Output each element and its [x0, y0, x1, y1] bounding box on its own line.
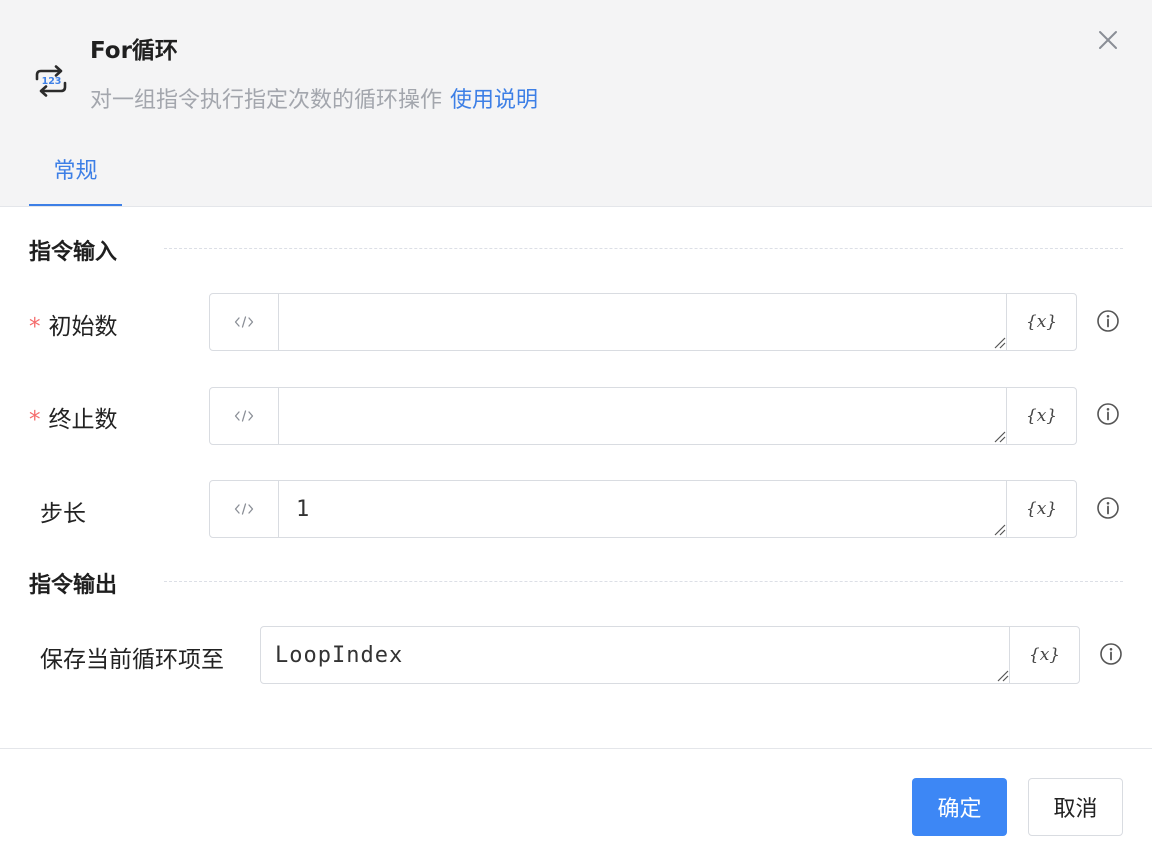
- dialog-title: For循环: [90, 38, 178, 64]
- resize-handle-icon[interactable]: [992, 429, 1006, 443]
- step-field[interactable]: 1 {x}: [209, 480, 1077, 538]
- code-icon: [234, 316, 254, 328]
- info-icon[interactable]: [1096, 309, 1120, 333]
- save-loop-item-input[interactable]: LoopIndex: [275, 627, 403, 683]
- cancel-button[interactable]: 取消: [1028, 778, 1123, 836]
- section-title-input: 指令输入: [29, 240, 118, 265]
- code-icon: [234, 410, 254, 422]
- for-loop-dialog: 123 For循环 对一组指令执行指定次数的循环操作 使用说明 常规 指令输入 *…: [0, 0, 1152, 864]
- close-icon[interactable]: [1094, 26, 1122, 54]
- svg-text:123: 123: [42, 76, 62, 87]
- dialog-header: 123 For循环 对一组指令执行指定次数的循环操作 使用说明 常规: [0, 0, 1152, 207]
- variable-button[interactable]: {x}: [1009, 627, 1079, 683]
- start-number-field[interactable]: {x}: [209, 293, 1077, 351]
- tab-general[interactable]: 常规: [29, 150, 122, 206]
- dialog-subtitle: 对一组指令执行指定次数的循环操作 使用说明: [90, 82, 538, 114]
- section-divider: [164, 248, 1123, 249]
- help-link[interactable]: 使用说明: [450, 88, 538, 113]
- loop-123-icon: 123: [35, 65, 67, 97]
- field-label-step: 步长: [40, 501, 86, 527]
- code-mode-toggle[interactable]: [210, 481, 279, 537]
- variable-button[interactable]: {x}: [1006, 294, 1076, 350]
- section-divider: [164, 581, 1123, 582]
- required-mark: *: [29, 314, 41, 340]
- confirm-button[interactable]: 确定: [912, 778, 1007, 836]
- code-mode-toggle[interactable]: [210, 388, 279, 444]
- required-mark: *: [29, 407, 41, 433]
- resize-handle-icon[interactable]: [995, 668, 1009, 682]
- field-label-end: * 终止数: [29, 400, 118, 434]
- field-label-text: 初始数: [48, 314, 118, 340]
- subtitle-text: 对一组指令执行指定次数的循环操作: [90, 88, 443, 113]
- field-label-text: 终止数: [48, 407, 118, 433]
- info-icon[interactable]: [1099, 642, 1123, 666]
- code-icon: [234, 503, 254, 515]
- save-loop-item-field[interactable]: LoopIndex {x}: [260, 626, 1080, 684]
- code-mode-toggle[interactable]: [210, 294, 279, 350]
- section-title-output: 指令输出: [29, 573, 118, 598]
- end-number-field[interactable]: {x}: [209, 387, 1077, 445]
- variable-button[interactable]: {x}: [1006, 481, 1076, 537]
- field-label-save: 保存当前循环项至: [40, 647, 224, 673]
- footer-divider: [0, 748, 1152, 749]
- step-input[interactable]: 1: [296, 481, 310, 537]
- field-label-start: * 初始数: [29, 307, 118, 341]
- resize-handle-icon[interactable]: [992, 335, 1006, 349]
- info-icon[interactable]: [1096, 402, 1120, 426]
- variable-button[interactable]: {x}: [1006, 388, 1076, 444]
- info-icon[interactable]: [1096, 496, 1120, 520]
- resize-handle-icon[interactable]: [992, 522, 1006, 536]
